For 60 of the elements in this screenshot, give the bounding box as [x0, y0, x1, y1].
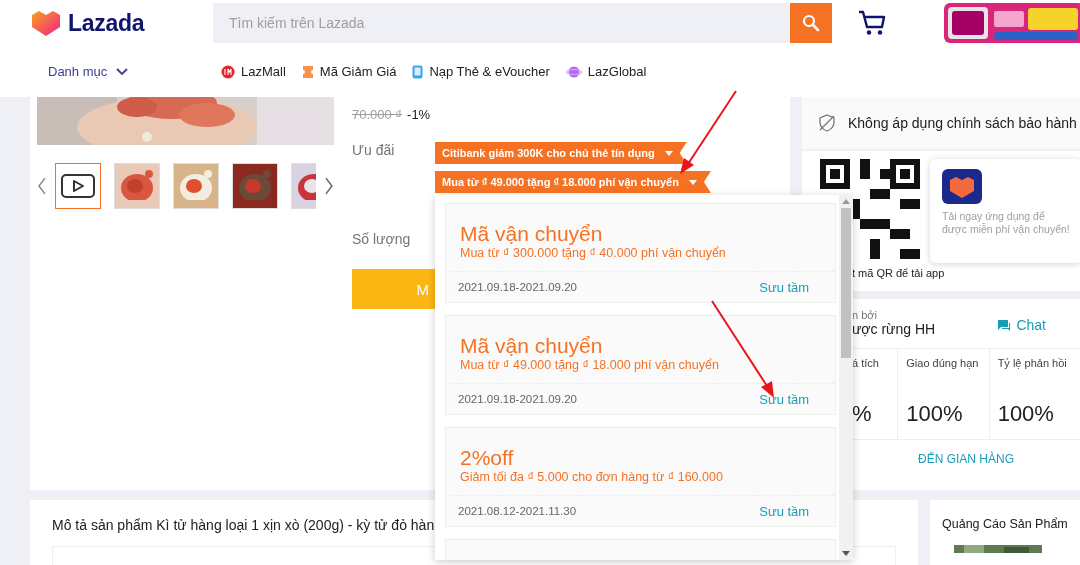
stat-value: 100% [997, 401, 1055, 427]
nav-link[interactable]: Nạp Thẻ & eVoucher [412, 64, 550, 79]
collect-link[interactable]: Sưu tầm [759, 391, 810, 407]
scroll-down-icon[interactable] [842, 551, 851, 556]
stat-value: % [852, 401, 873, 427]
ads-title: Quảng Cáo Sản Phẩm [942, 517, 1069, 531]
quantity-label: Số lượng [352, 231, 412, 247]
caret-icon [688, 179, 697, 185]
voucher-dates: 2021.09.18-2021.09.20 [458, 281, 577, 293]
collect-link[interactable]: Sưu tầm [759, 503, 810, 519]
promo-label: Ưu đãi [352, 142, 396, 160]
stat-label: Tỷ lệ phản hồi [997, 357, 1068, 369]
buy-button[interactable]: M [352, 269, 435, 309]
ticket-icon [301, 64, 314, 79]
caret-icon [664, 150, 673, 156]
description-title: Mô tả sản phẩm Kì tử hàng loại 1 xịn xò (200g) - kỳ tử đỏ hàn [52, 517, 435, 533]
search-icon [802, 14, 820, 32]
search-field[interactable]: Tìm kiếm trên Lazada [213, 3, 790, 43]
search-button[interactable] [790, 3, 832, 43]
chat-icon [998, 319, 1011, 331]
scrollbar[interactable] [839, 195, 853, 560]
warranty-text: Không áp dụng chính sách bảo hành [848, 115, 1077, 131]
laz-app-icon [942, 169, 982, 204]
app-tip-text: Tải ngay ứng dụng để được miễn phí vận chuyển! [942, 210, 1070, 236]
nav-link[interactable]: LazMall [221, 64, 286, 79]
planet-icon [565, 64, 582, 79]
voucher-description: Giảm tối đa ₫ 5.000 cho đơn hàng từ ₫ 160.000 [460, 470, 724, 484]
scroll-thumb[interactable] [841, 208, 852, 358]
chevron-left-icon[interactable] [37, 177, 47, 195]
voucher-title: Mã vận chuyển [460, 222, 604, 246]
stat-label: á tích [852, 357, 880, 369]
promo-tag[interactable]: Citibank giảm 300K cho chủ thẻ tín dụng [435, 142, 687, 164]
discount: -1% [407, 107, 431, 122]
voucher-title: Mã vận chuyển [460, 334, 604, 358]
seller-name[interactable]: ược rừng HH [852, 321, 936, 337]
promo-tag[interactable]: Mua từ ₫ 49.000 tặng ₫ 18.000 phí vận chuyển [435, 171, 711, 193]
category-menu[interactable]: Danh mục [48, 64, 221, 79]
logo-icon[interactable] [30, 9, 62, 37]
thumbnail[interactable] [54, 163, 101, 209]
logo-text[interactable]: Lazada [68, 9, 145, 37]
nav-link[interactable]: LazGlobal [565, 64, 647, 79]
nav-link[interactable]: Mã Giảm Giá [301, 64, 397, 79]
lazmall-icon [221, 64, 235, 79]
phone-icon [412, 64, 424, 79]
chat-link[interactable]: Chat [998, 317, 1046, 333]
play-video-icon [60, 174, 95, 198]
stat-value: 100% [906, 401, 964, 427]
cart-icon[interactable] [858, 10, 886, 36]
voucher-title: 2%off [460, 446, 515, 470]
voucher-description: Mua từ ₫ 49.000 tặng ₫ 18.000 phí vận chuyển [460, 358, 720, 372]
voucher-description: Mua từ ₫ 300.000 tặng ₫ 40.000 phí vận chuyển [460, 246, 727, 260]
voucher-dates: 2021.08.12-2021.11.30 [458, 505, 577, 517]
original-price: 70.000 ₫ [352, 107, 403, 122]
collect-link[interactable]: Sưu tầm [759, 279, 810, 295]
chevron-down-icon [116, 67, 129, 76]
stat-label: Giao đúng hạn [906, 357, 980, 369]
shield-slash-icon [818, 114, 836, 132]
chevron-right-icon[interactable] [324, 177, 334, 195]
voucher-dates: 2021.09.18-2021.09.20 [458, 393, 577, 405]
sold-by-label: n bởi [852, 309, 878, 321]
